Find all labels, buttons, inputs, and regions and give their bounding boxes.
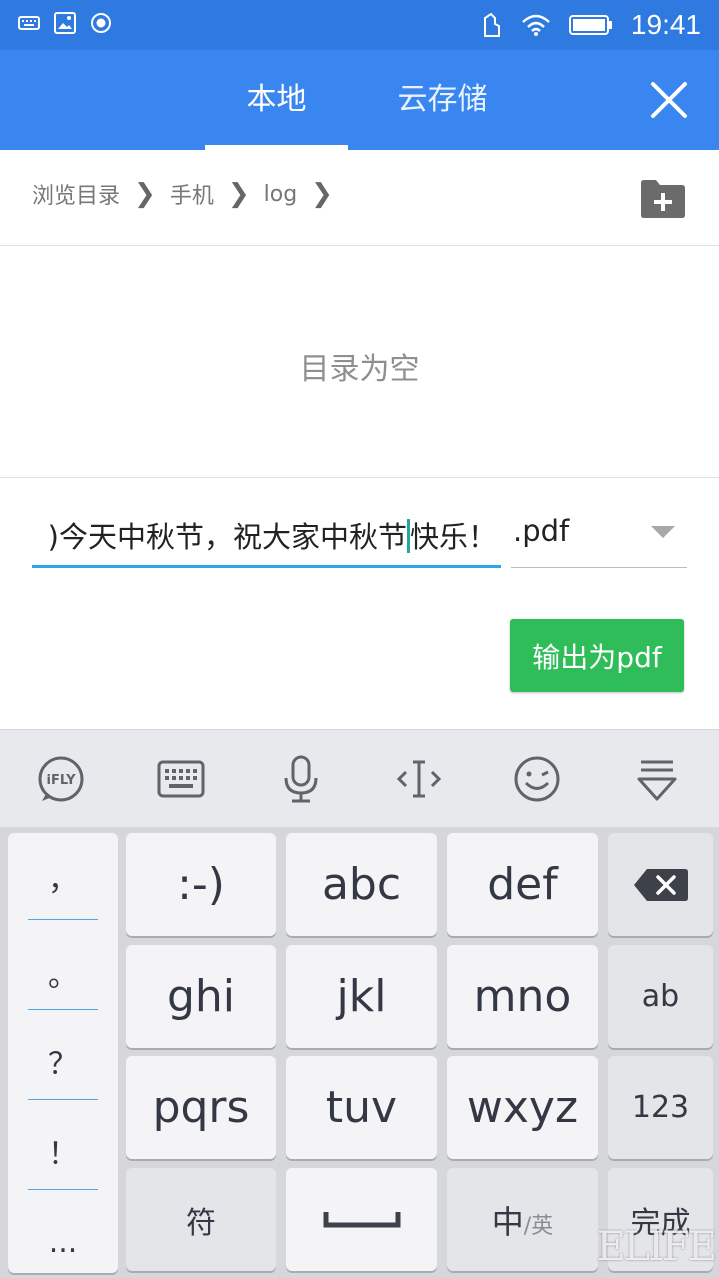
backspace-key[interactable] — [608, 833, 713, 936]
key-def[interactable]: def — [447, 833, 598, 936]
divider — [28, 1009, 98, 1010]
breadcrumb-item-root[interactable]: 浏览目录 — [32, 178, 120, 210]
tab-local[interactable]: 本地 — [205, 50, 348, 150]
microphone-icon[interactable] — [276, 754, 326, 804]
close-icon[interactable] — [649, 80, 689, 120]
clock: 19:41 — [630, 9, 701, 40]
app-bar: 本地 云存储 — [0, 50, 719, 150]
breadcrumb-separator: ❯ — [227, 179, 250, 209]
keyboard-icon — [18, 16, 40, 30]
key-symbols[interactable]: 符 — [126, 1168, 276, 1271]
space-bar-icon — [323, 1211, 400, 1227]
key-english-mode[interactable]: ab — [608, 945, 713, 1048]
key-ghi[interactable]: ghi — [126, 945, 276, 1048]
empty-message: 目录为空 — [299, 352, 420, 387]
filename-text-after-cursor: 快乐！ — [409, 520, 497, 554]
image-icon — [54, 12, 76, 34]
extension-select[interactable]: .pdf — [511, 508, 687, 568]
key-question[interactable]: ？ — [8, 1039, 118, 1127]
watermark: ELIFE — [596, 1224, 717, 1270]
filename-input[interactable]: )今天中秋节，祝大家中秋节 快乐！ — [32, 508, 501, 568]
space-key[interactable] — [286, 1168, 437, 1271]
key-numbers[interactable]: 123 — [608, 1056, 713, 1159]
keyboard: ， 。 ？ ！ ... :-) abc def ghi jkl mno ab p… — [0, 827, 719, 1278]
key-emoticon[interactable]: :-) — [126, 833, 276, 936]
punctuation-column: ， 。 ？ ！ ... — [8, 833, 118, 1273]
tab-cloud-storage[interactable]: 云存储 — [370, 50, 515, 150]
breadcrumb-item-log[interactable]: log — [264, 182, 298, 207]
lang-main: 中 — [491, 1202, 524, 1241]
language-switch-key[interactable]: 中/英 — [447, 1168, 598, 1271]
key-exclamation[interactable]: ！ — [8, 1129, 118, 1217]
new-folder-icon[interactable] — [640, 177, 686, 219]
backspace-icon — [633, 868, 688, 901]
keyboard-icon[interactable] — [156, 754, 206, 804]
cursor-move-icon[interactable] — [394, 754, 444, 804]
keyboard-toolbar: iFLY — [0, 729, 719, 827]
dropdown-arrow-icon — [651, 526, 675, 538]
ifly-icon[interactable]: iFLY — [36, 754, 86, 804]
breadcrumb-separator: ❯ — [311, 179, 333, 209]
hide-keyboard-icon[interactable] — [632, 754, 682, 804]
key-jkl[interactable]: jkl — [286, 945, 437, 1048]
wifi-icon — [522, 14, 550, 36]
emoji-icon[interactable] — [512, 754, 562, 804]
battery-icon — [568, 15, 612, 35]
file-list: 目录为空 — [0, 246, 719, 478]
lang-alt: /英 — [523, 1213, 554, 1239]
key-pqrs[interactable]: pqrs — [126, 1056, 276, 1159]
export-pdf-button[interactable]: 输出为pdf — [510, 619, 684, 692]
record-icon — [91, 13, 111, 33]
key-comma[interactable]: ， — [8, 855, 118, 943]
key-abc[interactable]: abc — [286, 833, 437, 936]
breadcrumb-separator: ❯ — [134, 179, 156, 209]
divider — [28, 919, 98, 920]
sync-icon — [483, 12, 500, 37]
extension-value: .pdf — [513, 514, 570, 548]
key-tuv[interactable]: tuv — [286, 1056, 437, 1159]
key-ellipsis[interactable]: ... — [8, 1225, 118, 1278]
breadcrumb-item-phone[interactable]: 手机 — [170, 178, 214, 210]
key-period[interactable]: 。 — [8, 951, 118, 1039]
breadcrumb: 浏览目录 ❯ 手机 ❯ log ❯ — [0, 150, 719, 246]
divider — [28, 1099, 98, 1100]
divider — [28, 1189, 98, 1190]
filename-text-before-cursor: )今天中秋节，祝大家中秋节 — [47, 520, 407, 554]
key-wxyz[interactable]: wxyz — [447, 1056, 598, 1159]
status-bar: 19:41 — [0, 0, 719, 50]
ifly-label: iFLY — [46, 773, 76, 788]
key-mno[interactable]: mno — [447, 945, 598, 1048]
